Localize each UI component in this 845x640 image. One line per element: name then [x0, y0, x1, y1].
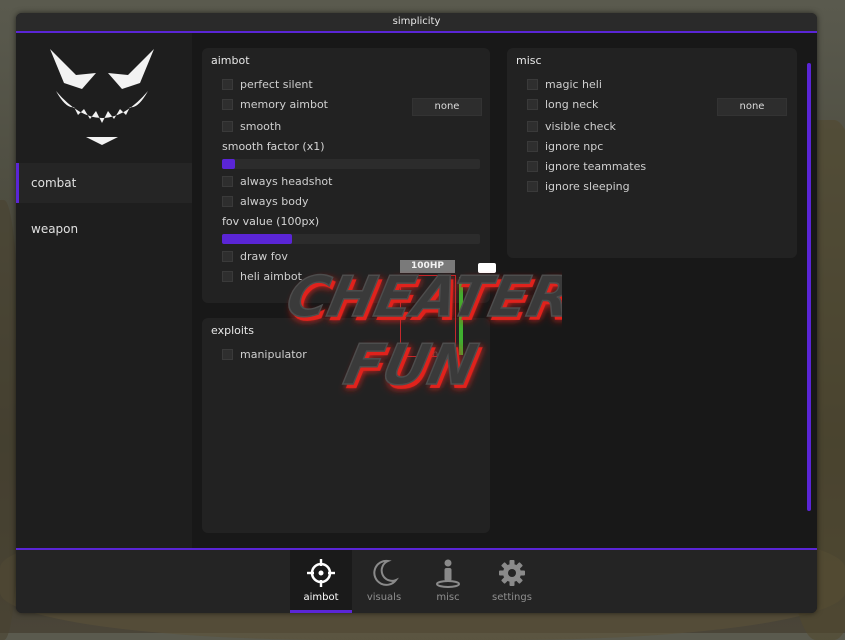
- checkbox-box[interactable]: [222, 98, 233, 110]
- slider-fill: [222, 234, 292, 244]
- checkbox-box[interactable]: [222, 78, 233, 90]
- esp-health-bar: [459, 277, 463, 355]
- checkbox-label: ignore sleeping: [545, 179, 630, 193]
- smooth-checkbox[interactable]: smooth: [222, 118, 281, 134]
- heli-aimbot-checkbox[interactable]: heli aimbot: [222, 268, 302, 284]
- draw-fov-checkbox[interactable]: draw fov: [222, 248, 288, 264]
- magic-heli-checkbox[interactable]: magic heli: [527, 76, 602, 92]
- memory-aimbot-checkbox[interactable]: memory aimbot: [222, 96, 328, 112]
- fov-value-label: fov value (100px): [222, 215, 320, 228]
- tab-settings[interactable]: settings: [481, 550, 543, 613]
- person-icon: [436, 559, 460, 588]
- perfect-silent-checkbox[interactable]: perfect silent: [222, 76, 313, 92]
- gear-icon: [499, 560, 525, 586]
- sidebar-item-label: weapon: [31, 222, 79, 236]
- sidebar-item-label: combat: [31, 176, 77, 190]
- checkbox-box[interactable]: [527, 120, 538, 132]
- checkbox-label: draw fov: [240, 249, 288, 263]
- demon-face-logo: [50, 49, 154, 145]
- checkbox-label: manipulator: [240, 347, 307, 361]
- checkbox-box[interactable]: [222, 270, 233, 282]
- slider-fill: [222, 159, 235, 169]
- content-scrollbar[interactable]: [807, 63, 811, 511]
- fov-value-slider[interactable]: [222, 234, 480, 244]
- checkbox-label: smooth: [240, 119, 282, 133]
- checkbox-label: magic heli: [545, 77, 602, 91]
- long-neck-checkbox[interactable]: long neck: [527, 96, 598, 112]
- active-tab-underline: [290, 610, 352, 613]
- checkbox-label: perfect silent: [240, 77, 313, 91]
- ignore-npc-checkbox[interactable]: ignore npc: [527, 138, 603, 154]
- sidebar-item-weapon[interactable]: weapon: [16, 209, 192, 249]
- esp-hp-label: 100HP: [400, 260, 455, 273]
- checkbox-box[interactable]: [222, 175, 233, 187]
- checkbox-label: heli aimbot: [240, 269, 302, 283]
- misc-panel: misc magic heli long neck none visible c…: [507, 48, 797, 258]
- checkbox-box[interactable]: [222, 348, 233, 360]
- checkbox-label: ignore teammates: [545, 159, 647, 173]
- checkbox-box[interactable]: [527, 140, 538, 152]
- smooth-factor-label: smooth factor (x1): [222, 140, 325, 153]
- tab-label: settings: [492, 592, 532, 603]
- panel-title: misc: [516, 54, 542, 67]
- always-body-checkbox[interactable]: always body: [222, 193, 308, 209]
- tab-aimbot[interactable]: aimbot: [290, 550, 352, 613]
- checkbox-label: long neck: [545, 97, 599, 111]
- sidebar-item-combat[interactable]: combat: [16, 163, 192, 203]
- esp-preview-box: [400, 275, 456, 357]
- content-area: aimbot perfect silent memory aimbot none…: [192, 33, 817, 548]
- checkbox-label: memory aimbot: [240, 97, 328, 111]
- moon-icon: [373, 559, 399, 586]
- window-title: simplicity: [16, 13, 817, 31]
- checkbox-box[interactable]: [527, 98, 538, 110]
- checkbox-box[interactable]: [527, 180, 538, 192]
- checkbox-box[interactable]: [222, 195, 233, 207]
- checkbox-box[interactable]: [222, 120, 233, 132]
- cheat-menu-window: simplicity combat weapon aimbot perfect …: [16, 13, 817, 613]
- tab-label: aimbot: [303, 592, 339, 603]
- always-headshot-checkbox[interactable]: always headshot: [222, 173, 332, 189]
- smooth-factor-slider[interactable]: [222, 159, 480, 169]
- checkbox-box[interactable]: [527, 78, 538, 90]
- ignore-sleeping-checkbox[interactable]: ignore sleeping: [527, 178, 630, 194]
- checkbox-label: always headshot: [240, 174, 333, 188]
- visible-check-checkbox[interactable]: visible check: [527, 118, 616, 134]
- sidebar: combat weapon: [16, 33, 192, 548]
- bottom-tab-bar: aimbot visuals misc settings: [16, 550, 817, 613]
- tab-label: misc: [436, 592, 460, 603]
- crosshair-icon: [307, 559, 335, 587]
- tab-misc[interactable]: misc: [417, 550, 479, 613]
- tab-visuals[interactable]: visuals: [353, 550, 415, 613]
- manipulator-checkbox[interactable]: manipulator: [222, 346, 307, 362]
- checkbox-label: visible check: [545, 119, 616, 133]
- color-swatch[interactable]: [478, 263, 496, 273]
- checkbox-label: always body: [240, 194, 309, 208]
- checkbox-label: ignore npc: [545, 139, 604, 153]
- panel-title: exploits: [211, 324, 254, 337]
- aimbot-mode-dropdown[interactable]: none: [412, 98, 482, 116]
- long-neck-dropdown[interactable]: none: [717, 98, 787, 116]
- panel-title: aimbot: [211, 54, 250, 67]
- ignore-teammates-checkbox[interactable]: ignore teammates: [527, 158, 646, 174]
- tab-label: visuals: [366, 592, 402, 603]
- checkbox-box[interactable]: [222, 250, 233, 262]
- checkbox-box[interactable]: [527, 160, 538, 172]
